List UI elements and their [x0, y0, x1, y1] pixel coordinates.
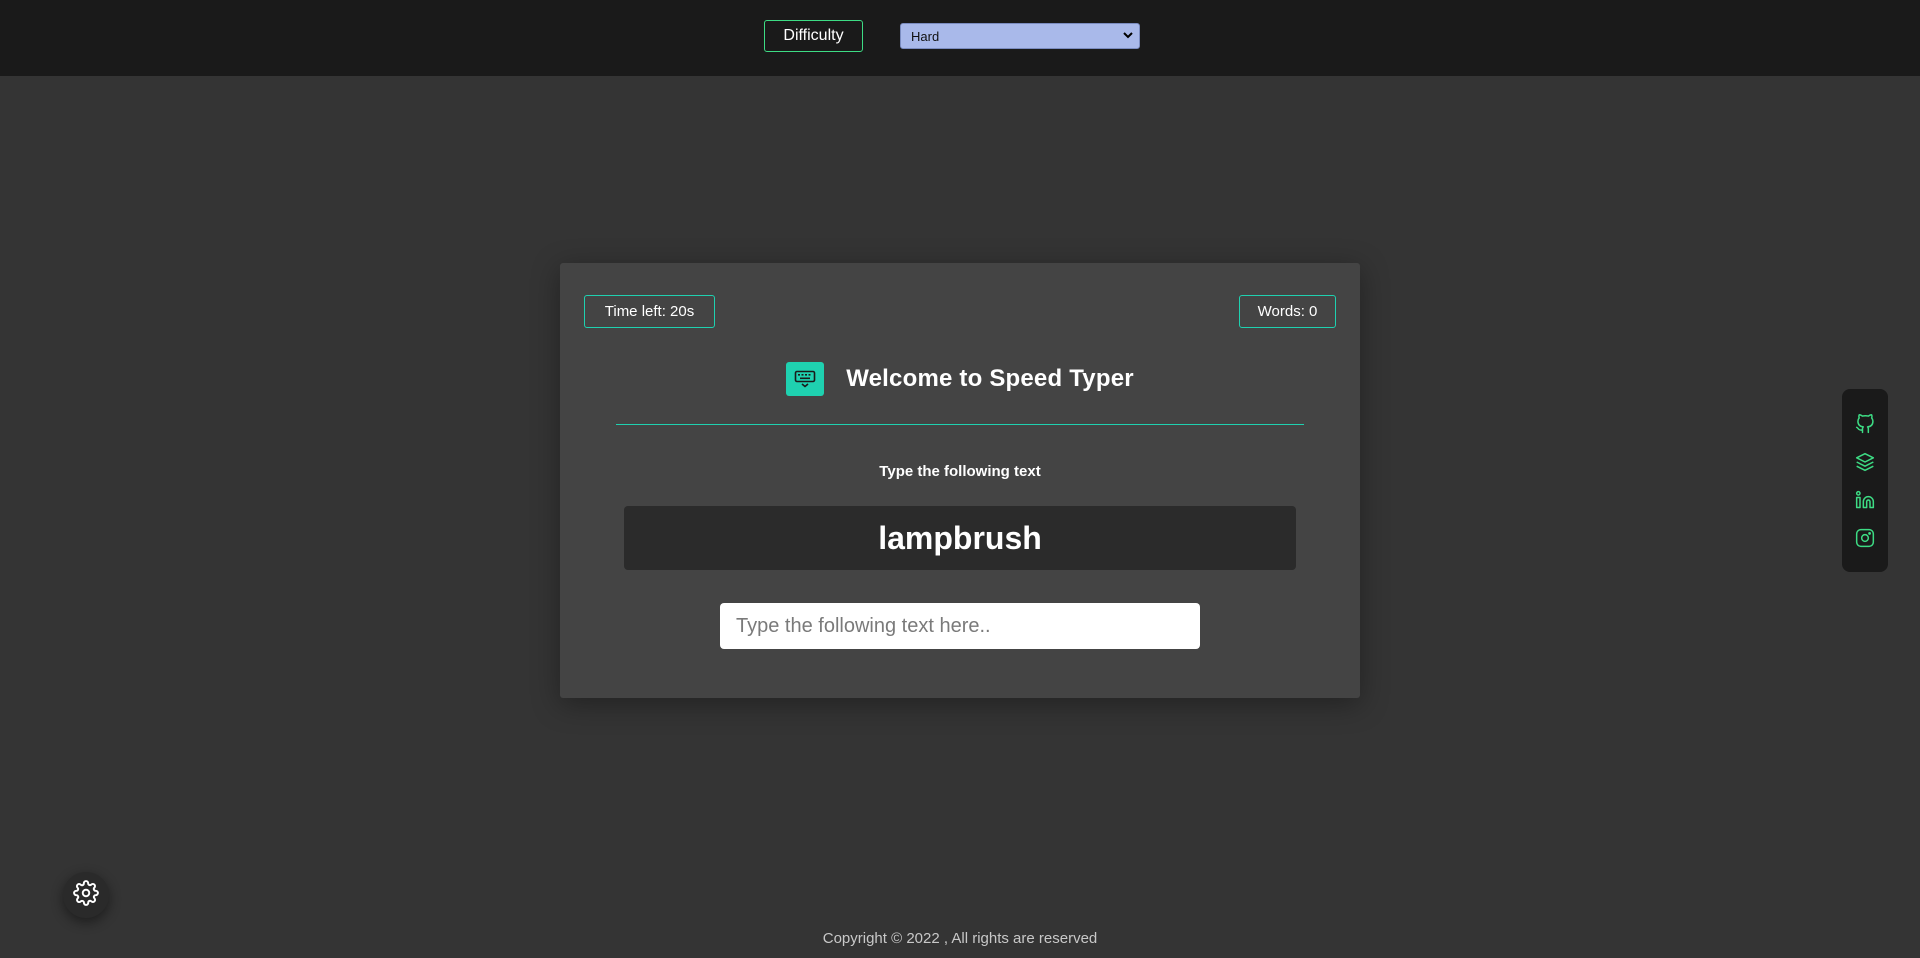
- keyboard-icon: [786, 362, 825, 396]
- github-icon[interactable]: [1853, 411, 1877, 436]
- settings-button[interactable]: [63, 872, 109, 918]
- top-bar: Difficulty Hard: [0, 0, 1920, 76]
- difficulty-select[interactable]: Hard: [900, 23, 1140, 49]
- linkedin-icon[interactable]: [1853, 487, 1877, 512]
- time-left-badge: Time left: 20s: [584, 295, 715, 328]
- typing-input[interactable]: [720, 603, 1200, 649]
- page-title: Welcome to Speed Typer: [846, 365, 1134, 392]
- instruction-text: Type the following text: [879, 463, 1041, 480]
- instagram-icon[interactable]: [1853, 525, 1877, 550]
- layers-icon[interactable]: [1853, 449, 1877, 474]
- gear-icon: [73, 879, 99, 911]
- current-word: lampbrush: [624, 506, 1296, 570]
- difficulty-button[interactable]: Difficulty: [764, 20, 863, 52]
- title-row: Welcome to Speed Typer: [560, 361, 1360, 397]
- chevron-down-icon: [1123, 30, 1133, 42]
- game-card: Time left: 20s Words: 0 Welcome to Speed…: [560, 263, 1360, 698]
- words-count-badge: Words: 0: [1239, 295, 1336, 328]
- footer-copyright: Copyright © 2022 , All rights are reserv…: [822, 930, 1098, 947]
- difficulty-selected-value: Hard: [911, 28, 940, 44]
- divider: [616, 424, 1304, 425]
- social-links-bar: [1842, 389, 1888, 572]
